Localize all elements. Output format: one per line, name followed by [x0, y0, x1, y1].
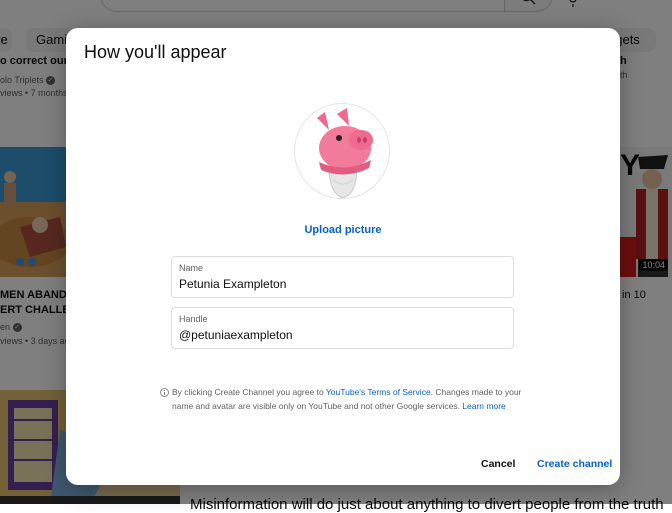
- cancel-button[interactable]: Cancel: [481, 458, 515, 470]
- info-icon: [160, 388, 169, 397]
- upload-picture-link[interactable]: Upload picture: [66, 224, 620, 236]
- terms-notice: By clicking Create Channel you agree to …: [160, 386, 522, 413]
- name-field[interactable]: Name Petunia Exampleton: [171, 256, 514, 298]
- handle-field[interactable]: Handle @petuniaexampleton: [171, 307, 514, 349]
- terms-of-service-link[interactable]: YouTube's Terms of Service: [326, 387, 431, 397]
- pig-hat-avatar-image: [295, 104, 389, 198]
- dialog-title: How you'll appear: [84, 42, 227, 62]
- learn-more-link[interactable]: Learn more: [462, 401, 505, 411]
- create-channel-button[interactable]: Create channel: [537, 458, 612, 470]
- name-input[interactable]: Petunia Exampleton: [179, 277, 286, 291]
- handle-field-label: Handle: [179, 314, 208, 324]
- handle-input[interactable]: @petuniaexampleton: [179, 328, 293, 342]
- create-channel-dialog: How you'll appear Upload picture Name Pe…: [66, 28, 620, 485]
- name-field-label: Name: [179, 263, 204, 273]
- avatar: [294, 103, 390, 199]
- terms-text-prefix: By clicking Create Channel you agree to: [172, 387, 326, 397]
